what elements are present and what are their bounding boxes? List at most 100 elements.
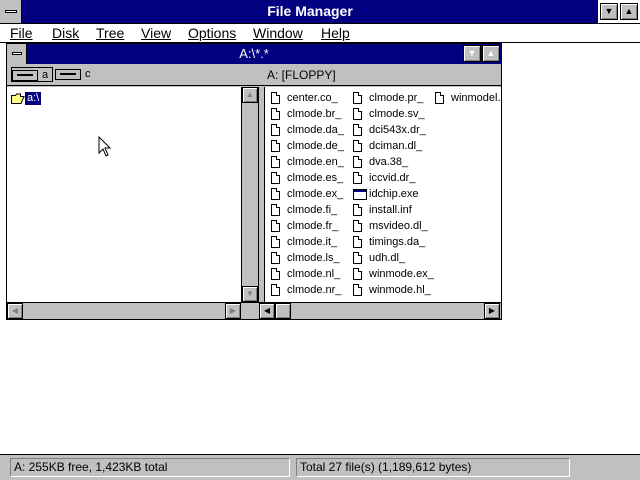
directory-horizontal-scrollbar[interactable]: ◀ ▶ xyxy=(259,302,501,319)
document-file-icon xyxy=(353,204,362,216)
tree-scroll-left-button[interactable]: ◀ xyxy=(7,303,23,319)
document-file-icon xyxy=(271,236,280,248)
tree-horizontal-scrollbar[interactable]: ◀ ▶ xyxy=(7,302,259,319)
menu-options[interactable]: Options xyxy=(188,24,236,42)
directory-scroll-thumb[interactable] xyxy=(275,303,291,319)
document-file-icon xyxy=(353,236,362,248)
document-file-icon xyxy=(271,124,280,136)
tree-area[interactable]: a:\ xyxy=(7,87,241,304)
document-file-icon xyxy=(353,140,362,152)
app-title: File Manager xyxy=(22,0,598,23)
menu-help-label: Help xyxy=(321,25,350,41)
drive-a-label: a xyxy=(42,69,49,81)
document-file-icon xyxy=(271,140,280,152)
menu-view[interactable]: View xyxy=(141,24,171,42)
file-name: idchip.exe xyxy=(369,188,419,200)
directory-scroll-right-button[interactable]: ▶ xyxy=(484,303,500,319)
tree-scroll-down-button[interactable]: ▼ xyxy=(242,286,258,302)
document-file-icon xyxy=(271,172,280,184)
drive-c-label: c xyxy=(85,68,91,80)
menu-disk-label: Disk xyxy=(52,25,80,41)
file-name: install.inf xyxy=(369,204,412,216)
mouse-pointer-icon xyxy=(98,136,112,157)
file-name: timings.da_ xyxy=(369,236,426,248)
document-file-icon xyxy=(271,220,280,232)
minimize-button[interactable]: ▼ xyxy=(600,3,618,20)
document-file-icon xyxy=(271,156,280,168)
file-name: clmode.ls_ xyxy=(287,252,340,264)
tree-vertical-scrollbar[interactable]: ▲ ▼ xyxy=(241,87,258,304)
file-name: dciman.dl_ xyxy=(369,140,423,152)
disk-space-status: A: 255KB free, 1,423KB total xyxy=(10,458,290,477)
menu-file-label: File xyxy=(10,25,33,41)
directory-window-title-bar: A:\*.* ▼ ▲ xyxy=(7,44,501,64)
menu-bar: File Disk Tree View Options Window Help xyxy=(0,24,640,43)
file-name: clmode.it_ xyxy=(287,236,338,248)
program-file-icon xyxy=(353,189,367,200)
tree-scroll-right-button[interactable]: ▶ xyxy=(225,303,241,319)
document-file-icon xyxy=(353,124,362,136)
document-file-icon xyxy=(435,92,444,104)
file-name: clmode.pr_ xyxy=(369,92,424,104)
system-menu-icon xyxy=(5,10,17,13)
menu-tree-label: Tree xyxy=(96,25,125,41)
file-name: clmode.es_ xyxy=(287,172,344,184)
file-name: winmode.hl_ xyxy=(369,284,431,296)
child-minimize-button[interactable]: ▼ xyxy=(463,45,481,62)
child-system-menu-button[interactable] xyxy=(7,44,27,64)
document-file-icon xyxy=(353,156,362,168)
document-file-icon xyxy=(271,108,280,120)
file-name: winmodel.c xyxy=(451,92,501,104)
system-menu-button[interactable] xyxy=(0,0,22,23)
app-title-bar: File Manager ▼ ▲ xyxy=(0,0,640,24)
document-file-icon xyxy=(271,252,280,264)
file-name: clmode.sv_ xyxy=(369,108,425,120)
menu-window[interactable]: Window xyxy=(253,24,303,42)
tree-root-label: a:\ xyxy=(25,92,42,105)
document-file-icon xyxy=(353,284,362,296)
file-name: clmode.nr_ xyxy=(287,284,342,296)
drive-bar: a c A: [FLOPPY] xyxy=(7,64,501,86)
document-file-icon xyxy=(271,204,280,216)
drive-a-button[interactable]: a xyxy=(11,67,53,82)
menu-tree[interactable]: Tree xyxy=(96,24,124,42)
file-name: clmode.en_ xyxy=(287,156,344,168)
floppy-drive-icon xyxy=(12,70,38,81)
file-name: dci543x.dr_ xyxy=(369,124,426,136)
document-file-icon xyxy=(353,252,362,264)
directory-window: A:\*.* ▼ ▲ a c A: [FLOPPY] a:\ ▲ ▼ cente… xyxy=(6,43,502,320)
file-name: clmode.fi_ xyxy=(287,204,338,216)
file-name: iccvid.dr_ xyxy=(369,172,416,184)
document-file-icon xyxy=(353,268,362,280)
status-bar: A: 255KB free, 1,423KB total Total 27 fi… xyxy=(0,454,640,480)
directory-window-title: A:\*.* xyxy=(239,46,269,61)
child-system-menu-icon xyxy=(12,52,22,55)
document-file-icon xyxy=(353,108,362,120)
file-name: dva.38_ xyxy=(369,156,409,168)
menu-options-label: Options xyxy=(188,25,237,41)
menu-view-label: View xyxy=(141,25,172,41)
directory-scroll-left-button[interactable]: ◀ xyxy=(259,303,275,319)
hard-drive-icon xyxy=(55,69,81,80)
file-name: clmode.de_ xyxy=(287,140,344,152)
child-maximize-button[interactable]: ▲ xyxy=(482,45,500,62)
file-name: winmode.ex_ xyxy=(369,268,434,280)
maximize-button[interactable]: ▲ xyxy=(620,3,638,20)
document-file-icon xyxy=(353,172,362,184)
tree-scroll-up-button[interactable]: ▲ xyxy=(242,87,258,103)
file-name: clmode.br_ xyxy=(287,108,342,120)
directory-contents-pane[interactable]: center.co_ clmode.br_ clmode.da_ clmode.de_… xyxy=(265,87,501,304)
file-count-status: Total 27 file(s) (1,189,612 bytes) xyxy=(296,458,570,477)
open-folder-icon xyxy=(11,93,25,104)
volume-label: A: [FLOPPY] xyxy=(267,68,336,82)
file-name: clmode.da_ xyxy=(287,124,344,136)
drive-c-button[interactable]: c xyxy=(55,67,95,82)
document-file-icon xyxy=(271,92,280,104)
file-name: clmode.nl_ xyxy=(287,268,341,280)
file-name: udh.dl_ xyxy=(369,252,406,264)
menu-disk[interactable]: Disk xyxy=(52,24,79,42)
document-file-icon xyxy=(271,188,280,200)
menu-help[interactable]: Help xyxy=(321,24,350,42)
document-file-icon xyxy=(271,268,280,280)
menu-file[interactable]: File xyxy=(10,24,33,42)
